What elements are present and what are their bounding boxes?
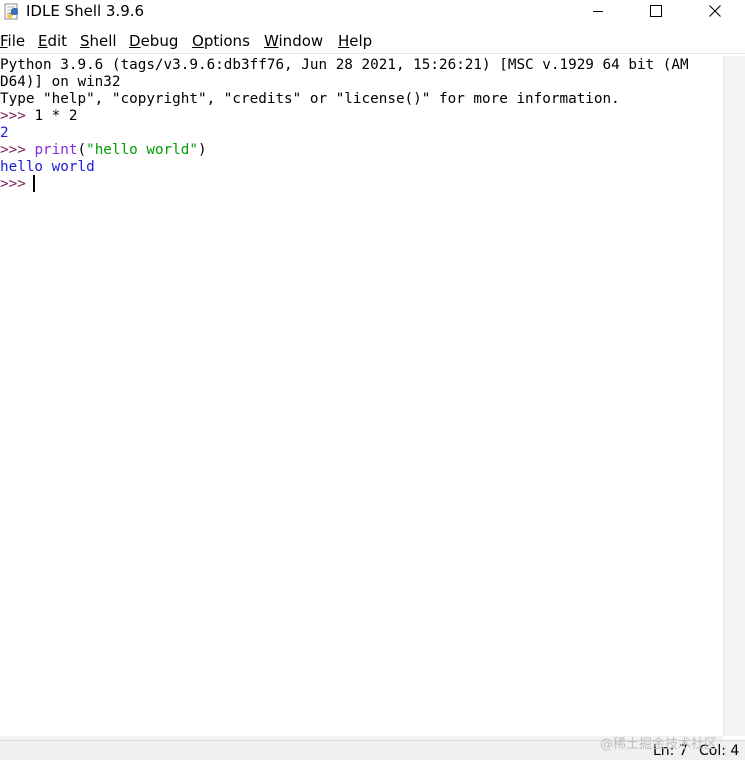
python-idle-icon — [4, 3, 18, 20]
paren: ( — [77, 142, 87, 158]
close-button[interactable] — [686, 0, 744, 22]
menu-bar: File Edit Shell Debug Options Window Hel… — [0, 30, 745, 52]
input-line: >>> print("hello world") — [0, 142, 207, 159]
banner-line: Python 3.9.6 (tags/v3.9.6:db3ff76, Jun 2… — [0, 57, 689, 73]
minimize-button[interactable] — [569, 0, 627, 22]
input-line: >>> — [0, 176, 34, 193]
menu-help-label: elp — [349, 32, 373, 50]
vertical-scrollbar[interactable] — [723, 56, 745, 736]
menu-debug-mnemonic: D — [129, 32, 141, 50]
maximize-icon — [650, 5, 662, 17]
output-line: 2 — [0, 125, 9, 141]
close-icon — [709, 5, 721, 17]
builtin-keyword: print — [34, 142, 78, 158]
banner-line: Type "help", "copyright", "credits" or "… — [0, 91, 620, 107]
input-line: >>> 1 * 2 — [0, 108, 77, 125]
shell-prompt: >>> — [0, 142, 35, 158]
menu-window[interactable]: Window — [264, 31, 323, 51]
menu-file-label: ile — [7, 32, 26, 50]
menu-debug[interactable]: Debug — [129, 31, 178, 51]
window-title: IDLE Shell 3.9.6 — [26, 2, 145, 20]
menu-options-mnemonic: O — [192, 32, 204, 50]
menu-shell-mnemonic: S — [80, 32, 90, 50]
menu-help[interactable]: Help — [338, 31, 372, 51]
paren: ) — [198, 142, 207, 158]
menu-debug-label: ebug — [140, 32, 179, 50]
minimize-icon — [593, 11, 603, 12]
command-text: 1 * 2 — [34, 108, 78, 124]
shell-prompt: >>> — [0, 176, 35, 192]
menu-divider — [0, 53, 745, 54]
menu-options[interactable]: Options — [192, 31, 250, 51]
menu-help-mnemonic: H — [338, 32, 350, 50]
banner-line: D64)] on win32 — [0, 74, 121, 90]
string-literal: "hello world" — [86, 142, 198, 158]
menu-shell[interactable]: Shell — [80, 31, 117, 51]
watermark: @稀土掘金技术社区 — [600, 737, 718, 752]
menu-edit[interactable]: Edit — [38, 31, 67, 51]
menu-window-label: indow — [278, 32, 324, 50]
menu-file-mnemonic: F — [0, 32, 8, 50]
menu-window-mnemonic: W — [264, 32, 279, 50]
menu-shell-label: hell — [89, 32, 117, 50]
shell-text-area[interactable]: Python 3.9.6 (tags/v3.9.6:db3ff76, Jun 2… — [0, 56, 723, 736]
menu-options-label: ptions — [203, 32, 250, 50]
menu-edit-label: dit — [47, 32, 68, 50]
maximize-button[interactable] — [627, 0, 685, 22]
title-bar: IDLE Shell 3.9.6 — [0, 0, 745, 30]
output-line: hello world — [0, 159, 95, 175]
text-cursor — [33, 175, 35, 192]
shell-prompt: >>> — [0, 108, 35, 124]
menu-file[interactable]: File — [0, 31, 25, 51]
